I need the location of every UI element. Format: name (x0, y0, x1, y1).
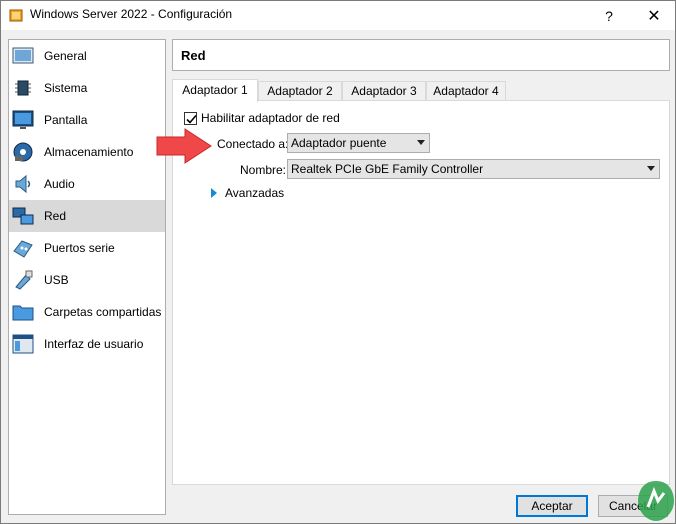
expand-arrow-icon[interactable] (211, 188, 217, 198)
attached-to-label: Conectado a: (217, 137, 289, 151)
tab-adaptador-2[interactable]: Adaptador 2 (258, 81, 342, 101)
adapter-panel: Habilitar adaptador de red Conectado a: … (172, 100, 670, 485)
sidebar-item-audio[interactable]: Audio (9, 168, 165, 200)
sidebar-item-label: Interfaz de usuario (44, 337, 144, 351)
settings-window: Windows Server 2022 - Configuración ? ✕ … (0, 0, 676, 524)
folder-icon (12, 305, 34, 321)
sidebar-item-label: Carpetas compartidas (44, 305, 162, 319)
sidebar-item-puertos-serie[interactable]: Puertos serie (9, 232, 165, 264)
page-title: Red (181, 48, 206, 63)
enable-adapter-checkbox[interactable] (184, 112, 197, 125)
sidebar-item-label: General (44, 49, 87, 63)
ok-button[interactable]: Aceptar (516, 495, 588, 517)
sidebar-item-red[interactable]: Red (9, 200, 165, 232)
adapter-name-select[interactable]: Realtek PCIe GbE Family Controller (287, 159, 660, 179)
attached-to-select[interactable]: Adaptador puente (287, 133, 430, 153)
sidebar-item-general[interactable]: General (9, 40, 165, 72)
speaker-icon (15, 174, 31, 194)
adapter-name-label: Nombre: (240, 163, 287, 177)
settings-sidebar: General Sistema Pantalla Almacenamiento … (8, 39, 166, 515)
sidebar-item-label: Red (44, 209, 67, 223)
monitor-icon (12, 110, 34, 129)
window-title: Windows Server 2022 - Configuración (30, 7, 233, 21)
chevron-down-icon (417, 140, 425, 145)
advanced-toggle[interactable]: Avanzadas (225, 186, 284, 200)
disk-icon (13, 142, 33, 162)
red-arrow-icon (156, 128, 212, 164)
general-icon (12, 47, 34, 64)
usb-icon (15, 270, 33, 290)
adapter-name-value: Realtek PCIe GbE Family Controller (291, 162, 484, 176)
tab-adaptador-4[interactable]: Adaptador 4 (426, 81, 506, 101)
close-button[interactable]: ✕ (631, 1, 676, 30)
sidebar-item-label: Audio (44, 177, 75, 191)
help-button[interactable]: ? (586, 1, 632, 30)
sidebar-item-interfaz-de-usuario[interactable]: Interfaz de usuario (9, 328, 165, 360)
ui-icon (12, 334, 34, 354)
sidebar-item-label: Almacenamiento (44, 145, 134, 159)
serial-port-icon (13, 240, 33, 258)
sidebar-item-label: USB (44, 273, 69, 287)
sidebar-item-pantalla[interactable]: Pantalla (9, 104, 165, 136)
title-bar: Windows Server 2022 - Configuración ? ✕ (1, 1, 675, 30)
chevron-down-icon (647, 166, 655, 171)
enable-adapter-label: Habilitar adaptador de red (201, 111, 340, 125)
sidebar-item-label: Pantalla (44, 113, 88, 127)
sidebar-item-label: Sistema (44, 81, 88, 95)
sidebar-item-usb[interactable]: USB (9, 264, 165, 296)
network-icon (12, 207, 34, 225)
chip-icon (15, 80, 31, 96)
attached-to-value: Adaptador puente (291, 136, 387, 150)
sidebar-item-almacenamiento[interactable]: Almacenamiento (9, 136, 165, 168)
watermark-logo-icon (638, 481, 674, 521)
section-header: Red (172, 39, 670, 71)
tab-adaptador-3[interactable]: Adaptador 3 (342, 81, 426, 101)
checkmark-icon (186, 114, 197, 124)
tab-adaptador-1[interactable]: Adaptador 1 (172, 79, 258, 102)
sidebar-item-sistema[interactable]: Sistema (9, 72, 165, 104)
sidebar-item-carpetas-compartidas[interactable]: Carpetas compartidas (9, 296, 165, 328)
sidebar-item-label: Puertos serie (44, 241, 115, 255)
virtualbox-icon (9, 9, 23, 22)
